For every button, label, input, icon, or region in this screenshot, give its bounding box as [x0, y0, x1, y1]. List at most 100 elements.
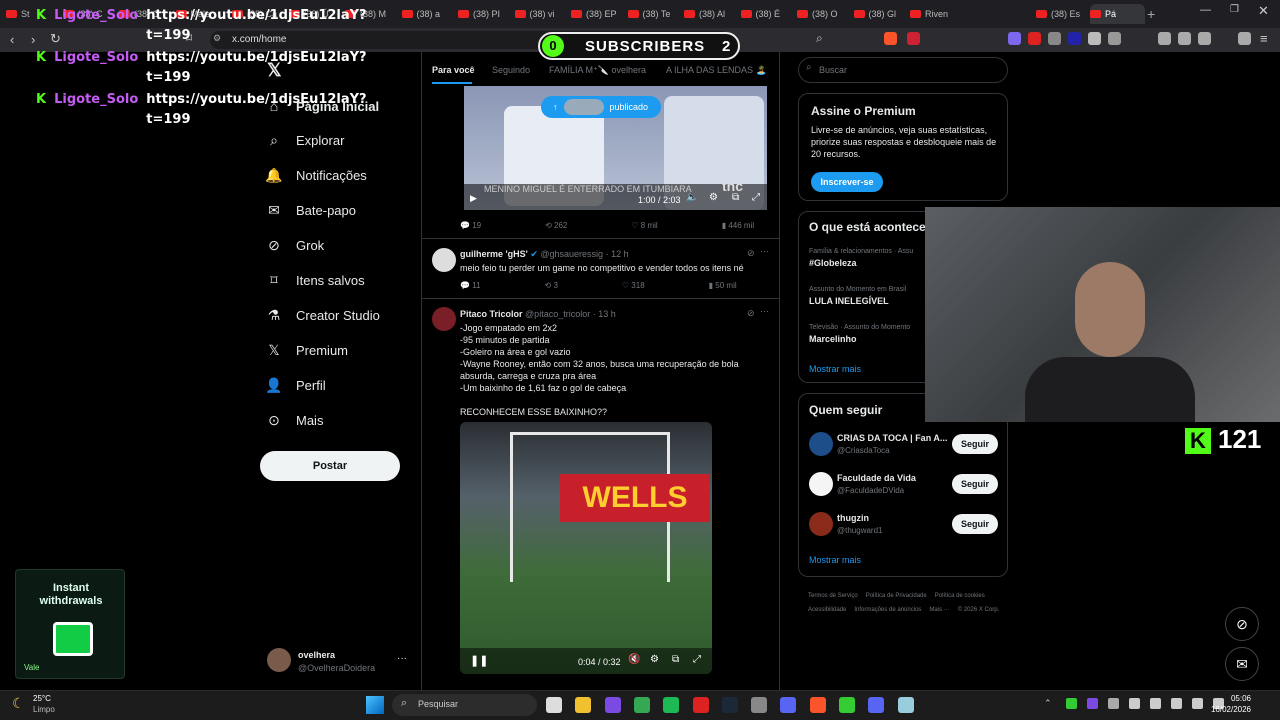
- extension-icon[interactable]: [1048, 32, 1061, 45]
- nav-item-explore[interactable]: ⌕ Explorar: [266, 131, 344, 151]
- nav-item-creator-studio[interactable]: ⚗ Creator Studio: [266, 305, 380, 325]
- new-tab-icon[interactable]: +: [1147, 6, 1155, 22]
- browser-tab[interactable]: (38) PI: [458, 4, 513, 24]
- author-handle[interactable]: @pitaco_tricolor: [525, 309, 590, 319]
- vpn-icon[interactable]: [1238, 32, 1251, 45]
- x-logo-icon[interactable]: 𝕏: [267, 60, 282, 81]
- settings-icon[interactable]: ⚙: [709, 192, 718, 203]
- pip-icon[interactable]: ⧉: [732, 192, 739, 203]
- extension-icon[interactable]: [1068, 32, 1081, 45]
- nav-item-notifications[interactable]: 🔔 Notificações: [265, 166, 367, 186]
- follow-name[interactable]: thugzin: [837, 513, 947, 523]
- chrome-icon[interactable]: [633, 697, 650, 713]
- retweet-count[interactable]: ⟲ 3: [545, 281, 558, 290]
- chat-text[interactable]: https://youtu.be/1djsEu12laY?t=199: [146, 6, 366, 46]
- tray-icon[interactable]: [1150, 698, 1161, 709]
- tab-list-ilha[interactable]: A ILHA DAS LENDAS 🏝️: [666, 65, 767, 76]
- tab-for-you[interactable]: Para você: [432, 65, 475, 75]
- author-name[interactable]: Pitaco Tricolor: [460, 309, 523, 319]
- video-player[interactable]: WELLS ❚❚ 0:04 / 0:32 🔇 ⚙ ⧉ ⤢: [460, 422, 712, 674]
- tray-icon[interactable]: [1066, 698, 1077, 709]
- trends-show-more[interactable]: Mostrar mais: [809, 364, 861, 374]
- app-icon[interactable]: [780, 697, 797, 713]
- follow-handle[interactable]: @CriasdaToca: [837, 446, 890, 455]
- browser-tab[interactable]: (38) Te: [627, 4, 683, 24]
- notepad-icon[interactable]: [897, 697, 914, 713]
- post-button[interactable]: Postar: [260, 451, 400, 481]
- volume-icon[interactable]: 🔈: [686, 192, 698, 203]
- tray-icon[interactable]: [1129, 698, 1140, 709]
- tray-chevron-icon[interactable]: ⌃: [1044, 698, 1052, 709]
- footer-link[interactable]: Mais ···: [929, 603, 949, 617]
- extensions-menu-icon[interactable]: [1108, 32, 1121, 45]
- volume-icon[interactable]: 🔇: [628, 654, 640, 665]
- browser-tab[interactable]: Riven: [910, 4, 965, 24]
- account-menu-icon[interactable]: ···: [397, 653, 407, 664]
- author-name[interactable]: guilherme 'gHS': [460, 249, 528, 259]
- author-handle[interactable]: @ghsaueressig: [540, 249, 603, 259]
- follow-name[interactable]: CRIAS DA TOCA | Fan A...: [837, 433, 947, 443]
- more-icon[interactable]: ···: [760, 246, 769, 256]
- more-icon[interactable]: ···: [760, 306, 769, 316]
- footer-link[interactable]: © 2026 X Corp.: [958, 603, 999, 617]
- settings-icon[interactable]: ⚙: [650, 654, 659, 665]
- menu-icon[interactable]: ≡: [1260, 31, 1268, 46]
- footer-link[interactable]: Informações de anúncios: [854, 603, 921, 617]
- app-icon[interactable]: [604, 697, 621, 713]
- play-icon[interactable]: ▶: [470, 193, 477, 204]
- tray-icon[interactable]: [1108, 698, 1119, 709]
- tab-following[interactable]: Seguindo: [492, 65, 530, 75]
- avatar[interactable]: [432, 307, 456, 331]
- chat-text[interactable]: https://youtu.be/1djsEu12laY?t=199: [146, 48, 366, 88]
- file-explorer-icon[interactable]: [575, 697, 592, 713]
- browser-tab[interactable]: (38) Al: [684, 4, 739, 24]
- browser-tab[interactable]: (38) EP: [571, 4, 626, 24]
- footer-link[interactable]: Política de cookies: [935, 589, 985, 603]
- nav-item-bookmarks[interactable]: ⌑ Itens salvos: [266, 271, 364, 291]
- browser-tab[interactable]: Pá: [1090, 4, 1145, 24]
- nav-item-more[interactable]: ⊙ Mais: [266, 410, 323, 430]
- footer-link[interactable]: Acessibilidade: [808, 603, 846, 617]
- reply-count[interactable]: 💬 19: [460, 221, 481, 230]
- retweet-count[interactable]: ⟲ 262: [545, 221, 567, 230]
- fullscreen-icon[interactable]: ⤢: [693, 654, 701, 665]
- follow-name[interactable]: Faculdade da Vida: [837, 473, 947, 483]
- messages-button-icon[interactable]: ✉: [1225, 647, 1259, 681]
- minimize-icon[interactable]: —: [1200, 4, 1211, 16]
- close-window-icon[interactable]: ✕: [1258, 3, 1269, 19]
- browser-tab[interactable]: (38) Gl: [853, 4, 909, 24]
- avatar[interactable]: [809, 432, 833, 456]
- follow-button[interactable]: Seguir: [952, 474, 998, 494]
- taskbar-search[interactable]: Pesquisar: [392, 694, 537, 716]
- opera-icon[interactable]: [692, 697, 709, 713]
- chat-username[interactable]: Ligote_Solo: [54, 92, 138, 107]
- browser-tab[interactable]: (38) Es: [1036, 4, 1091, 24]
- media-icon[interactable]: [1158, 32, 1171, 45]
- follow-button[interactable]: Seguir: [952, 434, 998, 454]
- new-posts-pill[interactable]: ↑ publicado: [541, 96, 661, 118]
- maximize-icon[interactable]: ❐: [1230, 4, 1239, 15]
- nav-item-premium[interactable]: 𝕏 Premium: [266, 340, 348, 360]
- tray-icon[interactable]: [1171, 698, 1182, 709]
- extension-icon[interactable]: [1028, 32, 1041, 45]
- fullscreen-icon[interactable]: ⤢: [752, 192, 760, 203]
- footer-link[interactable]: Termos de Serviço: [808, 589, 858, 603]
- view-count[interactable]: ▮ 446 mil: [722, 221, 754, 230]
- back-icon[interactable]: ‹: [10, 32, 14, 47]
- wallet-icon[interactable]: [1198, 32, 1211, 45]
- extension-icon[interactable]: [1008, 32, 1021, 45]
- follow-handle[interactable]: @thugward1: [837, 526, 882, 535]
- search-input[interactable]: Buscar: [798, 57, 1008, 83]
- like-count[interactable]: ♡ 8 mil: [631, 221, 657, 230]
- like-count[interactable]: ♡ 318: [622, 281, 645, 290]
- avatar[interactable]: [809, 512, 833, 536]
- grok-icon[interactable]: ⊘: [747, 308, 755, 319]
- steam-icon[interactable]: [721, 697, 738, 713]
- chat-username[interactable]: Ligote_Solo: [54, 8, 138, 23]
- follow-handle[interactable]: @FaculdadeDVida: [837, 486, 904, 495]
- task-view-icon[interactable]: [546, 697, 562, 713]
- tray-icon[interactable]: [1087, 698, 1098, 709]
- brave-icon[interactable]: [809, 697, 826, 713]
- browser-tab[interactable]: (38) É: [740, 4, 796, 24]
- extension-icon[interactable]: [1088, 32, 1101, 45]
